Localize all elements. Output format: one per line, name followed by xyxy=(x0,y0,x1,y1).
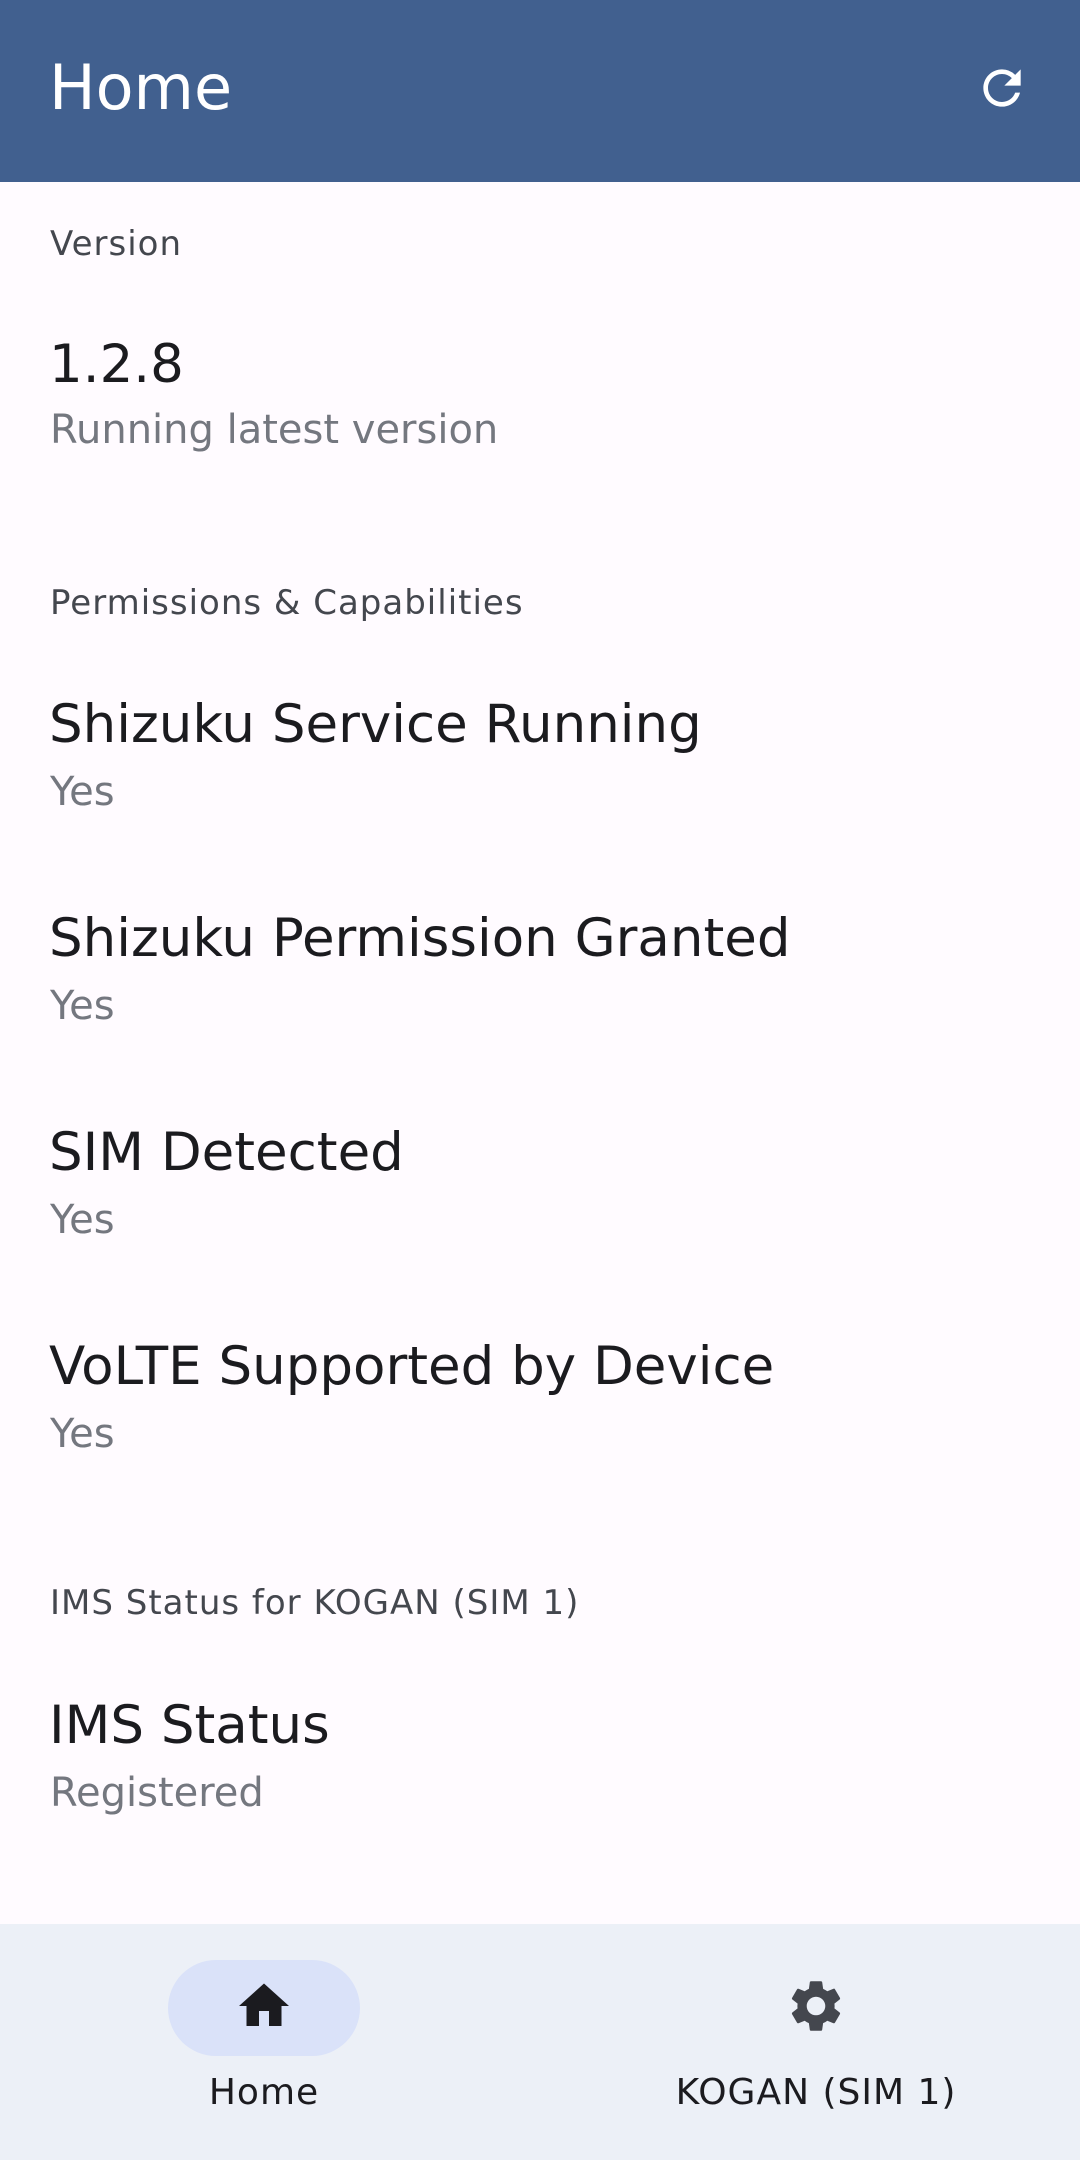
version-status: Running latest version xyxy=(50,407,499,453)
nav-label-home: Home xyxy=(208,2072,320,2113)
home-icon xyxy=(234,1976,294,2040)
list-item-ims-status[interactable]: IMS Status Registered xyxy=(0,1693,1080,1853)
row-title: VoLTE Supported by Device xyxy=(49,1336,775,1397)
list-item-version[interactable]: 1.2.8 Running latest version xyxy=(0,332,1080,492)
section-header-ims: IMS Status for KOGAN (SIM 1) xyxy=(50,1583,580,1623)
row-value: Yes xyxy=(50,769,115,815)
list-item-volte-supported[interactable]: VoLTE Supported by Device Yes xyxy=(0,1334,1080,1494)
refresh-icon xyxy=(974,60,1030,120)
row-title: IMS Status xyxy=(49,1695,330,1756)
row-value: Yes xyxy=(50,1197,115,1243)
row-title: SIM Detected xyxy=(49,1122,404,1183)
row-value: Registered xyxy=(50,1770,264,1816)
nav-label-sim: KOGAN (SIM 1) xyxy=(675,2072,957,2113)
row-title: Shizuku Service Running xyxy=(49,694,702,755)
list-item-shizuku-permission[interactable]: Shizuku Permission Granted Yes xyxy=(0,906,1080,1066)
bottom-navigation: Home KOGAN (SIM 1) xyxy=(0,1924,1080,2160)
nav-item-home[interactable]: Home xyxy=(0,1924,534,2160)
top-app-bar: Home xyxy=(0,0,1080,182)
nav-indicator xyxy=(720,1960,912,2056)
page-title: Home xyxy=(49,51,233,124)
list-item-sim-detected[interactable]: SIM Detected Yes xyxy=(0,1120,1080,1280)
gear-icon xyxy=(785,1975,847,2041)
nav-item-sim[interactable]: KOGAN (SIM 1) xyxy=(546,1924,1080,2160)
row-value: Yes xyxy=(50,983,115,1029)
row-value: Yes xyxy=(50,1411,115,1457)
list-item-shizuku-service[interactable]: Shizuku Service Running Yes xyxy=(0,692,1080,852)
row-title: Shizuku Permission Granted xyxy=(49,908,791,969)
nav-active-indicator xyxy=(168,1960,360,2056)
section-header-version: Version xyxy=(50,224,183,264)
section-header-permissions: Permissions & Capabilities xyxy=(50,583,524,623)
version-number: 1.2.8 xyxy=(49,334,184,395)
app-root: Home Version 1.2.8 Running latest versio… xyxy=(0,0,1080,2160)
refresh-button[interactable] xyxy=(950,38,1054,142)
